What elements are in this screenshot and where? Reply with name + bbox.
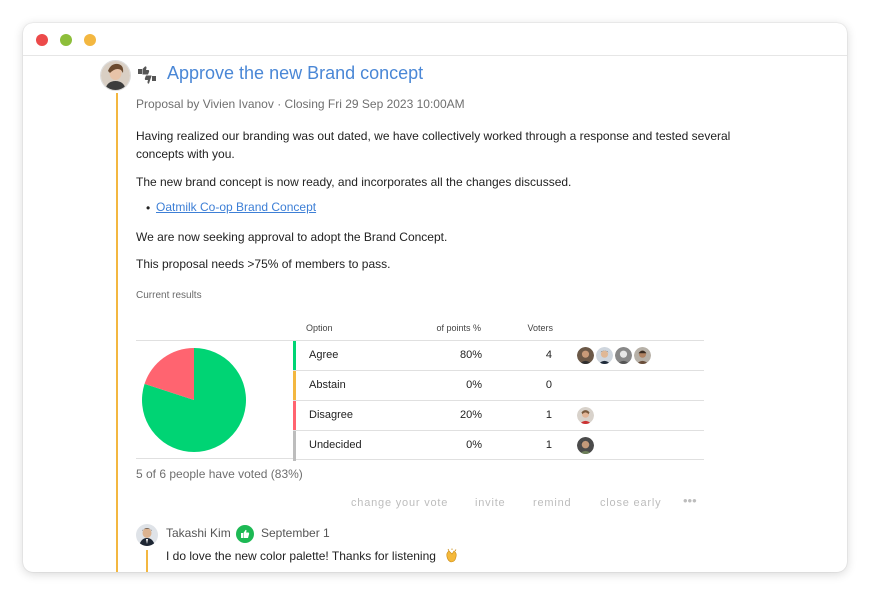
proposal-paragraph-3: We are now seeking approval to adopt the…	[136, 230, 448, 244]
more-options-icon[interactable]: •••	[683, 493, 697, 508]
voter-avatar[interactable]	[576, 406, 595, 425]
option-color-bar	[293, 431, 296, 461]
option-voter-count: 4	[545, 349, 552, 361]
results-label: Current results	[136, 290, 202, 301]
close-early-button[interactable]: close early	[600, 497, 661, 509]
proposal-title[interactable]: Approve the new Brand concept	[167, 63, 423, 84]
option-label: Agree	[309, 349, 339, 361]
results-pie-chart	[142, 348, 246, 452]
proposal-paragraph-4: This proposal needs >75% of members to p…	[136, 257, 391, 271]
clapping-hands-icon	[446, 548, 457, 563]
column-header-option: Option	[306, 323, 333, 333]
option-voter-count: 1	[545, 409, 552, 421]
voter-avatar[interactable]	[576, 346, 595, 365]
option-points: 0%	[466, 439, 482, 451]
results-pie-chart-container	[136, 340, 293, 459]
thumbs-up-icon	[236, 525, 254, 543]
thread-line	[116, 93, 118, 572]
option-color-bar	[293, 401, 296, 431]
window-minimize-button[interactable]	[60, 34, 72, 46]
option-label: Undecided	[309, 439, 362, 451]
invite-button[interactable]: invite	[475, 497, 505, 509]
list-bullet: •	[146, 201, 151, 215]
proposal-paragraph-2: The new brand concept is now ready, and …	[136, 175, 572, 189]
thumbs-up-down-icon	[138, 66, 156, 84]
voter-avatar[interactable]	[614, 346, 633, 365]
comment-author-avatar[interactable]	[136, 524, 158, 546]
brand-concept-link[interactable]: Oatmilk Co-op Brand Concept	[156, 200, 316, 214]
voter-avatar[interactable]	[595, 346, 614, 365]
option-label: Abstain	[309, 379, 346, 391]
comment-text: I do love the new color palette! Thanks …	[166, 549, 436, 563]
option-voter-count: 0	[545, 379, 552, 391]
option-voter-count: 1	[545, 439, 552, 451]
results-row-agree: Agree 80% 4	[293, 340, 704, 371]
remind-button[interactable]: remind	[533, 497, 571, 509]
change-vote-button[interactable]: change your vote	[351, 497, 448, 509]
results-row-abstain: Abstain 0% 0	[293, 370, 704, 401]
option-points: 0%	[466, 379, 482, 391]
option-color-bar	[293, 341, 296, 371]
comment-date[interactable]: September 1	[261, 526, 330, 540]
app-window: Approve the new Brand concept Proposal b…	[23, 23, 847, 572]
proposal-paragraph-1: Having realized our branding was out dat…	[136, 129, 731, 161]
window-maximize-button[interactable]	[84, 34, 96, 46]
comment-author-name[interactable]: Takashi Kim	[166, 526, 231, 540]
option-label: Disagree	[309, 409, 354, 421]
option-points: 80%	[459, 349, 482, 361]
comment-thread-line	[146, 550, 148, 572]
results-row-undecided: Undecided 0% 1	[293, 430, 704, 461]
voter-avatar[interactable]	[633, 346, 652, 365]
voted-summary: 5 of 6 people have voted (83%)	[136, 467, 303, 481]
window-close-button[interactable]	[36, 34, 48, 46]
option-color-bar	[293, 371, 296, 401]
window-titlebar	[23, 23, 847, 56]
results-row-disagree: Disagree 20% 1	[293, 400, 704, 431]
proposal-meta: Proposal by Vivien Ivanov · Closing Fri …	[136, 97, 465, 111]
voter-avatar[interactable]	[576, 436, 595, 455]
option-points: 20%	[459, 409, 482, 421]
proposal-author-avatar[interactable]	[101, 61, 130, 90]
